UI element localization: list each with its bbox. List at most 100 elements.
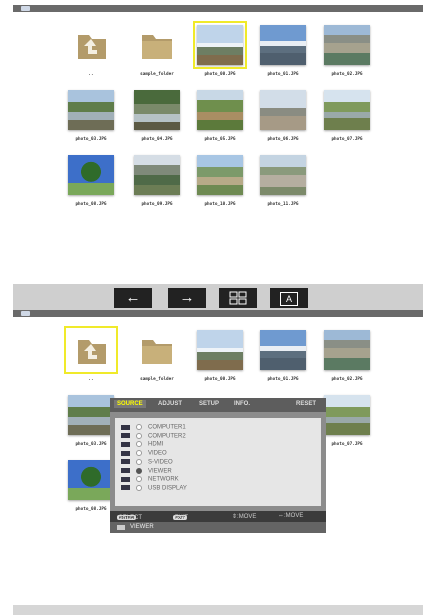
photo-thumbnail <box>134 155 180 195</box>
photo-thumbnail <box>197 90 243 130</box>
photo-thumbnail <box>324 395 370 435</box>
photo-thumbnail <box>324 90 370 130</box>
radio-icon <box>136 432 142 439</box>
back-button[interactable]: ← <box>114 288 152 308</box>
radio-icon <box>136 484 142 491</box>
slideshow-icon: A <box>280 292 298 306</box>
source-option-label: VIDEO <box>148 450 167 457</box>
radio-icon <box>136 424 142 430</box>
forward-button[interactable]: → <box>168 288 206 308</box>
help-exit: :EXIT <box>173 515 189 521</box>
photo-thumbnail <box>260 25 306 65</box>
file-item-photo[interactable]: photo_01.JPG <box>254 330 312 382</box>
radio-icon <box>136 476 142 483</box>
osd-menu: SOURCE ADJUST SETUP INFO. RESET COMPUTER… <box>110 398 326 533</box>
file-name-label: sample_folder <box>140 377 174 382</box>
photo-thumbnail <box>197 330 243 370</box>
viewer-mode-icon <box>21 6 30 11</box>
tab-reset[interactable]: RESET <box>296 401 316 407</box>
source-option-hdmi[interactable]: HDMI <box>121 441 163 449</box>
file-item-photo[interactable]: photo_01.JPG <box>254 25 312 77</box>
screen-top-bar <box>13 310 423 317</box>
photo-thumbnail <box>260 330 306 370</box>
file-item-photo[interactable]: photo_00.JPG <box>191 21 249 77</box>
source-option-s-video[interactable]: S-VIDEO <box>121 458 173 467</box>
folder-icon <box>134 25 180 65</box>
source-option-viewer[interactable]: VIEWER <box>121 467 172 476</box>
file-name-label: photo_02.JPG <box>331 377 363 382</box>
monitor-icon <box>121 424 130 430</box>
tab-adjust[interactable]: ADJUST <box>158 401 182 407</box>
viewer-screen-top: .. sample_folder photo_00.JPG photo_01.JPG p… <box>13 5 423 284</box>
file-item-photo[interactable]: photo_08.JPG <box>62 155 120 207</box>
source-option-label: VIEWER <box>148 468 172 475</box>
monitor-icon <box>121 433 130 439</box>
thumbnail-view-button[interactable] <box>219 288 257 308</box>
osd-tab-bar: SOURCE ADJUST SETUP INFO. RESET <box>110 398 326 412</box>
file-name-label: photo_00.JPG <box>204 377 236 382</box>
file-item-parent[interactable]: .. <box>62 25 120 77</box>
source-option-label: HDMI <box>148 441 164 448</box>
network-icon <box>121 476 130 482</box>
file-name-label: .. <box>88 72 94 77</box>
file-item-photo[interactable]: photo_04.JPG <box>128 90 186 142</box>
osd-source-list: COMPUTER1 COMPUTER2 HDMI VIDEO S-VIDEO VIEWER… <box>115 418 321 506</box>
file-name-label: photo_03.JPG <box>75 137 107 142</box>
file-item-photo[interactable]: photo_05.JPG <box>191 90 249 142</box>
file-name-label: photo_06.JPG <box>267 137 299 142</box>
screen-bottom-bar <box>13 605 423 615</box>
source-option-label: NETWORK <box>148 476 179 483</box>
tab-info[interactable]: INFO. <box>234 401 250 407</box>
file-name-label: photo_02.JPG <box>331 72 363 77</box>
file-name-label: photo_08.JPG <box>75 202 107 207</box>
file-name-label: sample_folder <box>140 72 174 77</box>
radio-icon <box>136 450 142 457</box>
arrow-left-icon: ← <box>125 289 141 306</box>
radio-icon <box>136 467 142 474</box>
photo-thumbnail <box>260 155 306 195</box>
file-item-photo[interactable]: photo_10.JPG <box>191 155 249 207</box>
osd-help-bar: ENTER:SELECT EXIT:EXIT ⇕:MOVE ⇔:MOVE <box>110 511 326 522</box>
file-name-label: photo_09.JPG <box>141 202 173 207</box>
viewer-icon <box>117 525 125 530</box>
file-item-photo[interactable]: photo_06.JPG <box>254 90 312 142</box>
file-item-photo[interactable]: photo_03.JPG <box>62 90 120 142</box>
photo-thumbnail <box>193 21 247 69</box>
file-item-photo[interactable]: photo_11.JPG <box>254 155 312 207</box>
source-option-computer2[interactable]: COMPUTER2 <box>121 432 186 441</box>
file-name-label: photo_10.JPG <box>204 202 236 207</box>
osd-footer-label: VIEWER <box>130 524 154 530</box>
source-option-label: S-VIDEO <box>148 459 173 466</box>
file-name-label: photo_01.JPG <box>267 72 299 77</box>
source-option-computer1[interactable]: COMPUTER1 <box>121 424 186 432</box>
file-item-photo[interactable]: photo_02.JPG <box>318 25 376 77</box>
file-item-folder[interactable]: sample_folder <box>128 25 186 77</box>
osd-footer: VIEWER <box>110 522 326 533</box>
file-item-photo[interactable]: photo_02.JPG <box>318 330 376 382</box>
viewer-icon <box>121 468 130 473</box>
video-icon <box>121 450 130 456</box>
source-option-usb-display[interactable]: USB DISPLAY <box>121 484 187 493</box>
file-item-photo[interactable]: photo_07.JPG <box>318 90 376 142</box>
file-item-photo[interactable]: photo_09.JPG <box>128 155 186 207</box>
help-move-horizontal: ⇔:MOVE <box>278 513 304 519</box>
tab-setup[interactable]: SETUP <box>199 401 219 407</box>
grid-icon <box>229 291 247 305</box>
slideshow-button[interactable]: A <box>270 288 308 308</box>
file-name-label: photo_07.JPG <box>331 137 363 142</box>
folder-icon <box>134 330 180 370</box>
tab-source[interactable]: SOURCE <box>114 400 146 408</box>
source-option-label: COMPUTER1 <box>148 424 186 431</box>
photo-thumbnail <box>134 90 180 130</box>
photo-thumbnail <box>68 155 114 195</box>
source-option-network[interactable]: NETWORK <box>121 476 179 484</box>
file-name-label: photo_01.JPG <box>267 377 299 382</box>
file-item-photo[interactable]: photo_07.JPG <box>318 395 376 447</box>
parent-folder-icon <box>64 326 118 374</box>
file-item-folder[interactable]: sample_folder <box>128 330 186 382</box>
file-item-photo[interactable]: photo_00.JPG <box>191 330 249 382</box>
source-option-label: COMPUTER2 <box>148 433 186 440</box>
usb-icon <box>121 485 130 491</box>
file-item-parent[interactable]: .. <box>62 326 120 382</box>
source-option-video[interactable]: VIDEO <box>121 450 167 458</box>
